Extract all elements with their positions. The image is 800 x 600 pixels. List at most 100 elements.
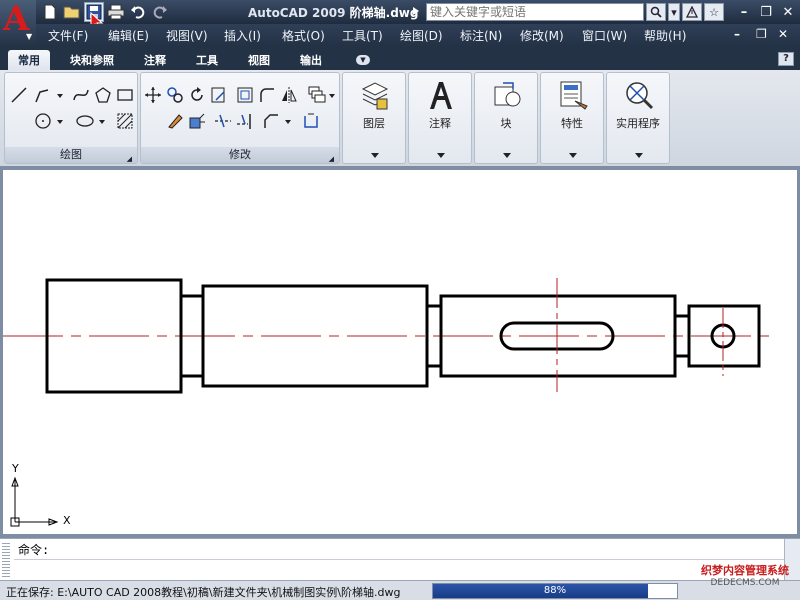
search-dropdown-icon[interactable]: ▾ — [668, 3, 680, 21]
open-icon[interactable] — [62, 2, 82, 22]
panel-expand-icon[interactable]: ◢ — [329, 151, 334, 167]
menu-tools[interactable]: 工具(T) — [342, 27, 383, 44]
layers-label: 图层 — [363, 117, 385, 130]
chevron-down-icon[interactable] — [437, 153, 445, 158]
ribbon-minimize-icon[interactable]: ▼ — [356, 55, 370, 65]
copy-icon[interactable] — [165, 85, 185, 105]
status-bar: 正在保存: E:\AUTO CAD 2008教程\初稿\新建文件夹\机械制图实例… — [0, 580, 800, 600]
properties-panel[interactable]: 特性 — [540, 72, 604, 164]
polygon-icon[interactable] — [93, 85, 113, 105]
chevron-down-icon[interactable] — [569, 153, 577, 158]
close-icon[interactable]: ✕ — [778, 3, 798, 21]
minimize-icon[interactable]: – — [734, 3, 754, 21]
fillet-icon[interactable] — [257, 85, 277, 105]
hatch-icon[interactable] — [115, 111, 135, 131]
chamfer-icon[interactable] — [261, 111, 281, 131]
rectangle-icon[interactable] — [115, 85, 135, 105]
menu-help[interactable]: 帮助(H) — [644, 27, 686, 44]
extend-icon[interactable] — [235, 111, 255, 131]
circle-icon[interactable] — [33, 111, 53, 131]
spline-icon[interactable] — [71, 85, 91, 105]
block-label: 块 — [500, 117, 512, 130]
watermark-sub: DEDECMS.COM — [710, 578, 780, 588]
layers-panel[interactable]: 图层 — [342, 72, 406, 164]
draw-panel-label[interactable]: 绘图 ◢ — [5, 147, 137, 163]
undo-icon[interactable] — [128, 2, 148, 22]
doc-restore-icon[interactable]: ❐ — [756, 27, 767, 41]
scale-icon[interactable] — [209, 85, 229, 105]
ucs-y-label: Y — [12, 462, 19, 475]
command-prompt[interactable]: 命令: — [18, 541, 49, 558]
doc-close-icon[interactable]: ✕ — [778, 27, 788, 41]
stepped-shaft-drawing — [3, 278, 773, 527]
communication-icon[interactable] — [682, 3, 702, 21]
properties-icon — [560, 81, 588, 110]
polyline-icon[interactable] — [33, 85, 53, 105]
polyline-dropdown-icon[interactable] — [57, 94, 63, 98]
offset-icon[interactable] — [301, 111, 321, 131]
rotate-icon[interactable] — [187, 85, 207, 105]
tab-view[interactable]: 视图 — [238, 50, 280, 70]
annotation-panel[interactable]: 注释 — [408, 72, 472, 164]
menu-view[interactable]: 视图(V) — [166, 27, 208, 44]
draw-panel: 绘图 ◢ — [4, 72, 138, 164]
move-icon[interactable] — [143, 85, 163, 105]
menu-dimension[interactable]: 标注(N) — [460, 27, 502, 44]
explode-icon[interactable] — [187, 111, 207, 131]
circle-dropdown-icon[interactable] — [57, 120, 63, 124]
command-divider — [14, 559, 784, 560]
ellipse-icon[interactable] — [75, 111, 95, 131]
mirror-icon[interactable] — [279, 85, 299, 105]
autocad-logo-icon: A — [3, 0, 30, 39]
tab-blocks-references[interactable]: 块和参照 — [60, 50, 124, 70]
chevron-down-icon[interactable] — [503, 153, 511, 158]
menu-edit[interactable]: 编辑(E) — [108, 27, 149, 44]
menu-insert[interactable]: 插入(I) — [224, 27, 261, 44]
modify-panel-label[interactable]: 修改 ◢ — [141, 147, 339, 163]
tab-annotate[interactable]: 注释 — [134, 50, 176, 70]
menu-file[interactable]: 文件(F) — [48, 27, 88, 44]
file-name: 阶梯轴.dwg — [349, 6, 419, 20]
drawing-area-frame: Y X — [0, 166, 800, 538]
ucs-icon — [10, 476, 59, 527]
chamfer-dropdown-icon[interactable] — [285, 120, 291, 124]
tab-home[interactable]: 常用 — [8, 50, 50, 70]
menu-modify[interactable]: 修改(M) — [520, 27, 564, 44]
menu-window[interactable]: 窗口(W) — [582, 27, 627, 44]
line-icon[interactable] — [9, 85, 29, 105]
ellipse-dropdown-icon[interactable] — [99, 120, 105, 124]
menu-format[interactable]: 格式(O) — [282, 27, 325, 44]
help-button[interactable]: ? — [778, 52, 794, 66]
erase-icon[interactable] — [165, 111, 185, 131]
text-icon — [430, 82, 452, 109]
search-icon[interactable] — [646, 3, 666, 21]
application-menu-button[interactable]: A ▼ — [0, 0, 36, 46]
redo-icon[interactable] — [150, 2, 170, 22]
block-panel[interactable]: 块 — [474, 72, 538, 164]
panel-expand-icon[interactable]: ◢ — [127, 151, 132, 167]
chevron-down-icon[interactable] — [635, 153, 643, 158]
stretch-icon[interactable] — [235, 85, 255, 105]
print-icon[interactable] — [106, 2, 126, 22]
trim-icon[interactable] — [213, 111, 233, 131]
tab-tools[interactable]: 工具 — [186, 50, 228, 70]
utilities-panel[interactable]: 实用程序 — [606, 72, 670, 164]
doc-minimize-icon[interactable]: – — [734, 27, 740, 41]
command-grip-handle[interactable] — [2, 543, 10, 577]
menu-draw[interactable]: 绘图(D) — [400, 27, 443, 44]
array-icon[interactable] — [307, 85, 327, 105]
chevron-down-icon[interactable] — [371, 153, 379, 158]
array-dropdown-icon[interactable] — [329, 94, 335, 98]
menu-bar: 文件(F) 编辑(E) 视图(V) 插入(I) 格式(O) 工具(T) 绘图(D… — [36, 24, 800, 46]
search-input[interactable] — [426, 3, 644, 21]
measure-icon — [626, 82, 654, 110]
new-icon[interactable] — [40, 2, 60, 22]
search-expand-icon[interactable] — [413, 7, 419, 15]
star-icon[interactable]: ☆ — [704, 3, 724, 21]
drawing-canvas[interactable]: Y X — [3, 170, 797, 534]
layers-icon — [361, 82, 389, 110]
tab-output[interactable]: 输出 — [290, 50, 332, 70]
restore-icon[interactable]: ❐ — [756, 3, 776, 21]
command-line: 命令: — [0, 538, 800, 581]
save-progress-label: 88% — [543, 585, 567, 596]
